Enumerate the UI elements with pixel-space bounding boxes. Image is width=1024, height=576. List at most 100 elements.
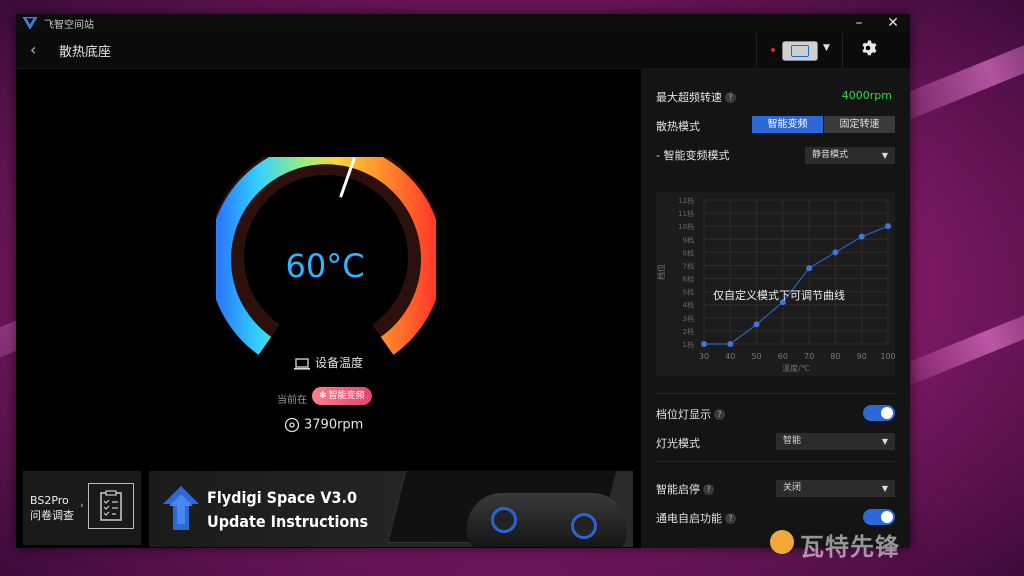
connection-status-dot [771, 48, 775, 52]
title-bar: 飞智空间站 – ✕ [16, 14, 910, 32]
window-title: 飞智空间站 [44, 20, 94, 31]
cooling-mode-fixed[interactable]: 固定转速 [824, 116, 895, 133]
y-tick-label: 12档 [678, 196, 694, 205]
current-mode-text: 智能变频 [328, 391, 365, 401]
y-tick-label: 9档 [683, 235, 694, 244]
smart-mode-label: - 智能变频模式 [656, 149, 730, 162]
device-selector[interactable]: ▼ [756, 33, 843, 67]
x-tick-label: 40 [725, 352, 735, 361]
page-header: ‹ 散热底座 ▼ [16, 32, 910, 69]
y-tick-label: 11档 [678, 209, 694, 218]
y-tick-label: 2档 [683, 327, 694, 336]
chevron-down-icon: ▼ [881, 484, 888, 493]
watermark: 瓦特先锋 [800, 533, 900, 561]
device-temperature-text: 设备温度 [315, 356, 364, 370]
current-mode-badge: ✻ 智能变频 [312, 387, 372, 405]
minimize-button[interactable]: – [846, 14, 872, 32]
help-icon[interactable]: ? [725, 513, 736, 524]
back-button[interactable]: ‹ [30, 40, 36, 59]
curve-line [704, 225, 889, 345]
curve-point [727, 341, 734, 347]
max-speed-value: 4000rpm [841, 89, 892, 102]
light-mode-value: 智能 [783, 436, 802, 446]
clipboard-icon [88, 483, 134, 529]
fan-speed-icon [284, 417, 300, 433]
fan-speed: 3790rpm [284, 417, 363, 433]
curve-point [806, 265, 813, 272]
curve-note: 仅自定义模式下可调节曲线 [713, 289, 845, 302]
banner-subtitle: Update Instructions [207, 512, 369, 531]
gear-icon[interactable] [859, 39, 877, 57]
curve-point [858, 233, 865, 240]
fan-curve-svg: 1档 2档 3档 4档 5档 6档 7档 8档 9档 10档 11档 12档 30 40 50 60 70 80 9… [656, 196, 896, 373]
y-tick-label: 6档 [683, 275, 694, 284]
survey-title: BS2Pro [30, 494, 69, 507]
cooling-mode-smart[interactable]: 智能变频 [752, 116, 823, 133]
cooling-mode-toggle: 智能变频 固定转速 [752, 116, 895, 133]
survey-card[interactable]: BS2Pro 问卷调查 › [23, 471, 141, 545]
power-on-label: 通电自启功能 [656, 512, 722, 525]
help-icon[interactable]: ? [703, 484, 714, 495]
divider [656, 393, 895, 394]
x-tick-label: 90 [857, 352, 867, 361]
gear-light-row: 档位灯显示? [656, 406, 725, 422]
y-tick-label: 7档 [683, 261, 694, 270]
x-tick-label: 80 [830, 352, 840, 361]
gear-light-label: 档位灯显示 [656, 408, 711, 421]
smart-mode-value: 静音模式 [812, 150, 849, 160]
gear-light-toggle[interactable] [863, 405, 895, 421]
x-tick-label: 60 [778, 352, 788, 361]
gamepad-image [467, 493, 627, 547]
banner-title: Flydigi Space V3.0 [207, 488, 357, 507]
smart-stop-value: 关闭 [783, 483, 802, 493]
cooling-mode-label: 散热模式 [656, 120, 700, 133]
chevron-right-icon: › [80, 501, 84, 511]
x-tick-label: 70 [804, 352, 814, 361]
status-panel: 60°C 设备温度 当前在 ✻ 智能变频 3790rpm BS2Pro 问卷调查 › [16, 69, 640, 548]
watermark-logo-icon [770, 530, 794, 554]
flydigi-logo-icon [23, 17, 37, 29]
laptop-icon [294, 357, 310, 370]
app-window: 飞智空间站 – ✕ ‹ 散热底座 ▼ 60°C 设备温度 当前在 ✻ 智能变频 … [16, 14, 910, 548]
light-mode-dropdown[interactable]: 智能 ▼ [776, 433, 895, 450]
max-speed-label: 最大超频转速 [656, 91, 722, 104]
smart-mode-dropdown[interactable]: 静音模式 ▼ [805, 147, 895, 164]
y-axis-label: 档位 [656, 264, 666, 280]
update-banner[interactable]: Flydigi Space V3.0 Update Instructions [149, 471, 633, 547]
close-button[interactable]: ✕ [880, 14, 906, 32]
help-icon[interactable]: ? [714, 409, 725, 420]
page-title: 散热底座 [59, 45, 112, 60]
device-temperature-label: 设备温度 [294, 354, 363, 371]
upgrade-arrow-icon [163, 486, 199, 530]
help-icon[interactable]: ? [725, 92, 736, 103]
power-on-toggle[interactable] [863, 509, 895, 525]
y-tick-label: 4档 [683, 301, 694, 310]
current-mode-prefix: 当前在 [277, 395, 307, 406]
x-tick-label: 50 [751, 352, 761, 361]
fan-curve-chart: 1档 2档 3档 4档 5档 6档 7档 8档 9档 10档 11档 12档 30 40 50 60 70 80 9… [656, 192, 896, 376]
settings-panel: 最大超频转速? 4000rpm 散热模式 智能变频 固定转速 - 智能变频模式 … [641, 69, 910, 548]
light-mode-label: 灯光模式 [656, 437, 700, 450]
x-axis-label: 温度/℃ [782, 363, 810, 373]
curve-point [885, 223, 891, 230]
smart-stop-dropdown[interactable]: 关闭 ▼ [776, 480, 895, 497]
smart-stop-label: 智能启停 [656, 483, 700, 496]
divider [656, 461, 895, 462]
y-tick-label: 8档 [683, 248, 694, 257]
x-tick-label: 30 [699, 352, 709, 361]
y-tick-label: 3档 [683, 314, 694, 323]
chevron-down-icon: ▼ [823, 43, 830, 53]
fan-speed-value: 3790rpm [304, 417, 364, 433]
chevron-down-icon: ▼ [881, 437, 888, 446]
temperature-value: 60°C [285, 247, 365, 285]
y-tick-label: 1档 [683, 340, 694, 349]
max-speed-row: 最大超频转速? [656, 89, 736, 105]
chevron-down-icon: ▼ [881, 151, 888, 160]
y-tick-label: 5档 [683, 288, 694, 297]
power-on-row: 通电自启功能? [656, 510, 736, 526]
survey-subtitle: 问卷调查 [30, 509, 74, 522]
fan-icon: ✻ [319, 391, 327, 401]
curve-point [753, 321, 760, 328]
curve-point [701, 341, 707, 347]
curve-point [832, 249, 839, 256]
